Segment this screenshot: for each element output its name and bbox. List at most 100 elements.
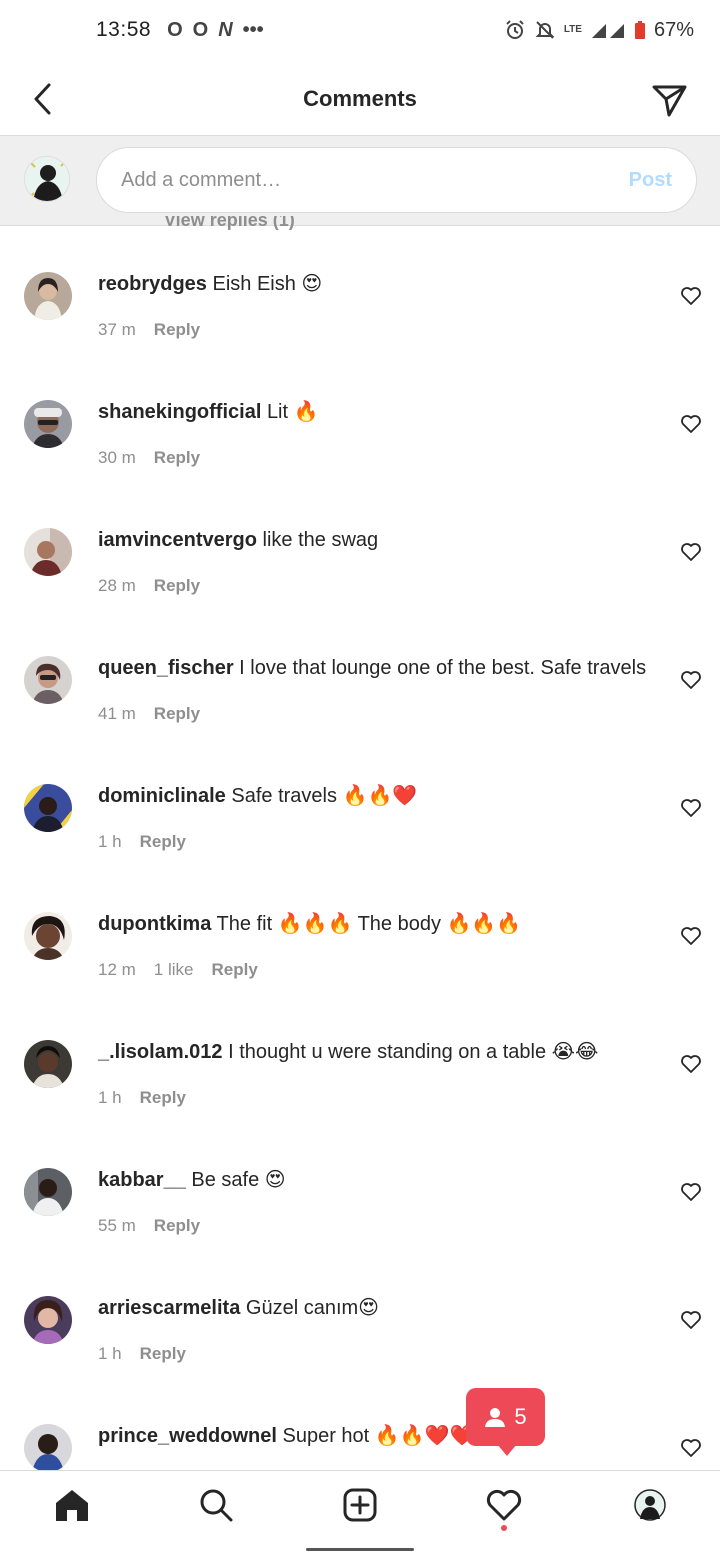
comment-time: 28 m <box>98 576 136 595</box>
comment-item: queen_fischer I love that lounge one of … <box>0 656 720 784</box>
nav-profile[interactable] <box>630 1485 670 1525</box>
comment-text: The fit 🔥🔥🔥 The body 🔥🔥🔥 <box>216 913 522 935</box>
like-heart-icon[interactable] <box>680 542 702 562</box>
mute-bell-icon <box>535 21 555 39</box>
comment-username[interactable]: reobrydges <box>98 273 207 295</box>
nav-search[interactable] <box>196 1485 236 1525</box>
comment-item: kabbar__ Be safe 😍 55 m Reply <box>0 1168 720 1296</box>
comment-time: 1 h <box>98 1088 122 1107</box>
reply-button[interactable]: Reply <box>140 1344 186 1364</box>
avatar[interactable] <box>24 272 72 320</box>
like-heart-icon[interactable] <box>680 1054 702 1074</box>
comment-username[interactable]: iamvincentvergo <box>98 529 257 551</box>
reply-button[interactable]: Reply <box>140 832 186 852</box>
comment-username[interactable]: arriescarmelita <box>98 1297 240 1319</box>
battery-percentage: 67% <box>653 18 694 41</box>
reply-button[interactable]: Reply <box>154 704 200 724</box>
comment-item: _.lisolam.012 I thought u were standing … <box>0 1040 720 1168</box>
comment-username[interactable]: dupontkima <box>98 913 211 935</box>
comment-text: Super hot 🔥🔥❤️❤️ <box>282 1425 475 1447</box>
profile-avatar <box>634 1489 666 1521</box>
comment-item: iamvincentvergo like the swag 28 m Reply <box>0 528 720 656</box>
like-heart-icon[interactable] <box>680 414 702 434</box>
comment-text: I love that lounge one of the best. Safe… <box>239 657 647 679</box>
comment-text: Be safe 😍 <box>191 1169 286 1191</box>
nav-home[interactable] <box>52 1485 92 1525</box>
status-notification-icons: O O N ••• <box>167 19 264 42</box>
comment-likes[interactable]: 1 like <box>154 960 194 980</box>
like-heart-icon[interactable] <box>680 1438 702 1458</box>
status-system-icons: LTE 67% <box>504 19 694 42</box>
avatar[interactable] <box>24 528 72 576</box>
like-heart-icon[interactable] <box>680 798 702 818</box>
notification-count: 5 <box>514 1404 527 1429</box>
activity-heart-icon <box>486 1489 522 1521</box>
comment-username[interactable]: queen_fischer <box>98 657 234 679</box>
comment-item: prince_weddownel Super hot 🔥🔥❤️❤️ <box>0 1424 720 1470</box>
reply-button[interactable]: Reply <box>154 320 200 340</box>
status-bar: 13:58 O O N ••• LTE 67% <box>0 0 720 60</box>
reply-button[interactable]: Reply <box>154 1216 200 1236</box>
comment-item: dupontkima The fit 🔥🔥🔥 The body 🔥🔥🔥 12 m… <box>0 912 720 1040</box>
comment-item: arriescarmelita Güzel canım😍 1 h Reply <box>0 1296 720 1424</box>
home-icon <box>56 1490 88 1521</box>
comment-text: Lit 🔥 <box>266 401 319 423</box>
avatar[interactable] <box>24 784 72 832</box>
comment-item: reobrydges Eish Eish 😍 37 m Reply <box>0 272 720 400</box>
like-heart-icon[interactable] <box>680 1182 702 1202</box>
like-heart-icon[interactable] <box>680 926 702 946</box>
like-heart-icon[interactable] <box>680 1310 702 1330</box>
comment-text: Güzel canım😍 <box>245 1297 380 1319</box>
reply-button[interactable]: Reply <box>154 448 200 468</box>
notification-n-icon: N <box>218 18 233 41</box>
comment-composer: Post <box>0 136 720 226</box>
reply-button[interactable]: Reply <box>140 1088 186 1108</box>
status-time: 13:58 <box>96 18 152 41</box>
comments-list: reobrydges Eish Eish 😍 37 m Reply shaneki… <box>0 226 720 1470</box>
avatar[interactable] <box>24 400 72 448</box>
comment-time: 1 h <box>98 832 122 851</box>
comment-username[interactable]: kabbar__ <box>98 1169 186 1191</box>
comment-time: 41 m <box>98 704 136 723</box>
share-button[interactable] <box>652 84 688 118</box>
page-title: Comments <box>303 86 417 111</box>
comment-username[interactable]: shanekingofficial <box>98 401 261 423</box>
avatar[interactable] <box>24 1296 72 1344</box>
nav-activity[interactable] <box>484 1485 524 1525</box>
comment-text: like the swag <box>262 529 379 551</box>
bottom-navigation <box>0 1470 720 1538</box>
avatar[interactable] <box>24 1168 72 1216</box>
comment-input-container[interactable]: Post <box>96 147 697 213</box>
comment-item: dominiclinale Safe travels 🔥🔥❤️ 1 h Reply <box>0 784 720 912</box>
alarm-icon <box>506 20 524 39</box>
paper-plane-icon <box>652 85 687 117</box>
signal-icon <box>591 24 624 38</box>
avatar[interactable] <box>24 1424 72 1470</box>
avatar[interactable] <box>24 656 72 704</box>
comment-input[interactable] <box>121 168 629 192</box>
battery-icon <box>634 21 645 39</box>
search-icon <box>200 1489 233 1522</box>
notification-pointer <box>497 1444 517 1456</box>
comment-text: Safe travels 🔥🔥❤️ <box>231 785 418 807</box>
new-followers-notification[interactable]: 5 <box>466 1388 545 1446</box>
notification-o-icon: O <box>167 18 183 41</box>
nav-create[interactable] <box>340 1485 380 1525</box>
avatar[interactable] <box>24 912 72 960</box>
comment-text: Eish Eish 😍 <box>212 273 323 295</box>
comment-username[interactable]: prince_weddownel <box>98 1425 277 1447</box>
comment-username[interactable]: _.lisolam.012 <box>98 1041 223 1063</box>
like-heart-icon[interactable] <box>680 670 702 690</box>
reply-button[interactable]: Reply <box>154 576 200 596</box>
post-button[interactable]: Post <box>629 169 672 192</box>
avatar[interactable] <box>24 1040 72 1088</box>
comment-text: I thought u were standing on a table 😭😂 <box>228 1041 599 1063</box>
system-home-indicator[interactable] <box>306 1548 414 1551</box>
reply-button[interactable]: Reply <box>211 960 257 980</box>
comments-header: Comments <box>0 62 720 136</box>
comment-username[interactable]: dominiclinale <box>98 785 226 807</box>
comment-time: 37 m <box>98 320 136 339</box>
comment-time: 55 m <box>98 1216 136 1235</box>
like-heart-icon[interactable] <box>680 286 702 306</box>
activity-indicator-dot <box>501 1525 507 1531</box>
